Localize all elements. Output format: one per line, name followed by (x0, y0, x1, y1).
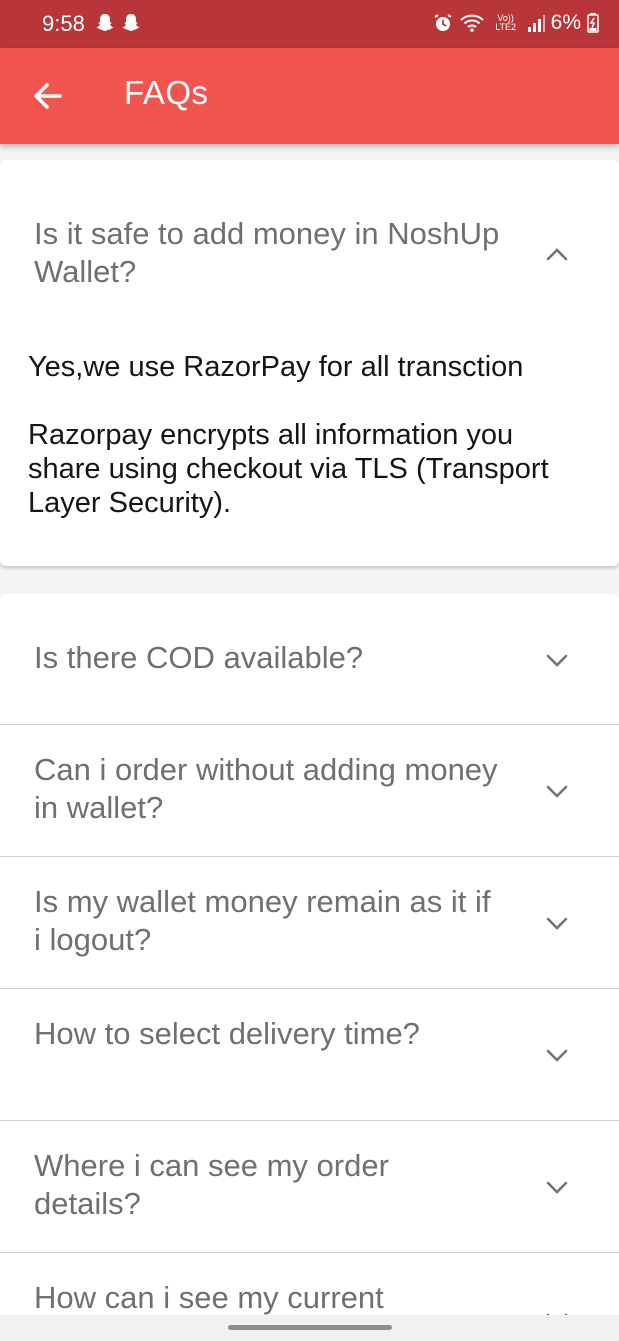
signal-icon (527, 15, 545, 32)
app-bar: FAQs (0, 48, 619, 144)
chevron-up-icon[interactable] (545, 246, 569, 262)
faq-question: Where i can see my order details? (34, 1148, 389, 1221)
faq-question: Is there COD available? (34, 640, 364, 675)
chevron-down-icon[interactable] (545, 783, 569, 799)
faq-item[interactable]: Where i can see my order details? (0, 1121, 619, 1253)
chevron-down-icon[interactable] (545, 1047, 569, 1063)
answer-paragraph: Yes,we use RazorPay for all transction (28, 351, 524, 383)
status-time: 9:58 (42, 11, 85, 36)
battery-charging-icon (587, 13, 599, 33)
faq-item[interactable]: Can i order without adding money in wall… (0, 725, 619, 857)
faq-list: Is it safe to add money in NoshUp Wallet… (0, 160, 619, 1315)
alarm-icon (434, 14, 452, 31)
faq-answer: Yes,we use RazorPay for all transction R… (28, 350, 588, 554)
faq-collapsed-list: Is there COD available? Can i order with… (0, 594, 619, 1315)
status-bar: 9:58 Vo)) LTE2 6% (0, 0, 619, 48)
faq-item-expanded[interactable]: Is it safe to add money in NoshUp Wallet… (0, 160, 619, 566)
faq-question: Is my wallet money remain as it if i log… (34, 884, 491, 957)
faq-question: How to select delivery time? (34, 1016, 420, 1051)
chevron-down-icon[interactable] (545, 1179, 569, 1195)
faq-question: How can i see my current (34, 1280, 384, 1315)
status-right: Vo)) LTE2 6% (433, 11, 599, 35)
snapchat-ghost-icon (96, 14, 114, 31)
back-button[interactable] (28, 76, 68, 116)
faq-item[interactable]: How can i see my current (0, 1253, 619, 1315)
snapchat-ghost-icon (122, 14, 140, 31)
faq-item[interactable]: Is there COD available? (0, 594, 619, 725)
battery-percent: 6% (550, 11, 581, 34)
faq-question: Can i order without adding money in wall… (34, 752, 498, 825)
page-title: FAQs (124, 74, 209, 111)
chevron-down-icon[interactable] (545, 915, 569, 931)
system-nav-bar (0, 1315, 619, 1341)
faq-item[interactable]: Is my wallet money remain as it if i log… (0, 857, 619, 989)
faq-question: Is it safe to add money in NoshUp Wallet… (34, 216, 500, 289)
answer-paragraph: Razorpay encrypts all information you sh… (28, 419, 549, 519)
home-gesture-handle[interactable] (228, 1325, 392, 1330)
faq-item[interactable]: How to select delivery time? (0, 989, 619, 1121)
wifi-icon (459, 14, 484, 32)
network-label: Vo)) LTE2 (495, 13, 517, 32)
chevron-down-icon[interactable] (545, 652, 569, 668)
arrow-left-icon (34, 83, 62, 109)
